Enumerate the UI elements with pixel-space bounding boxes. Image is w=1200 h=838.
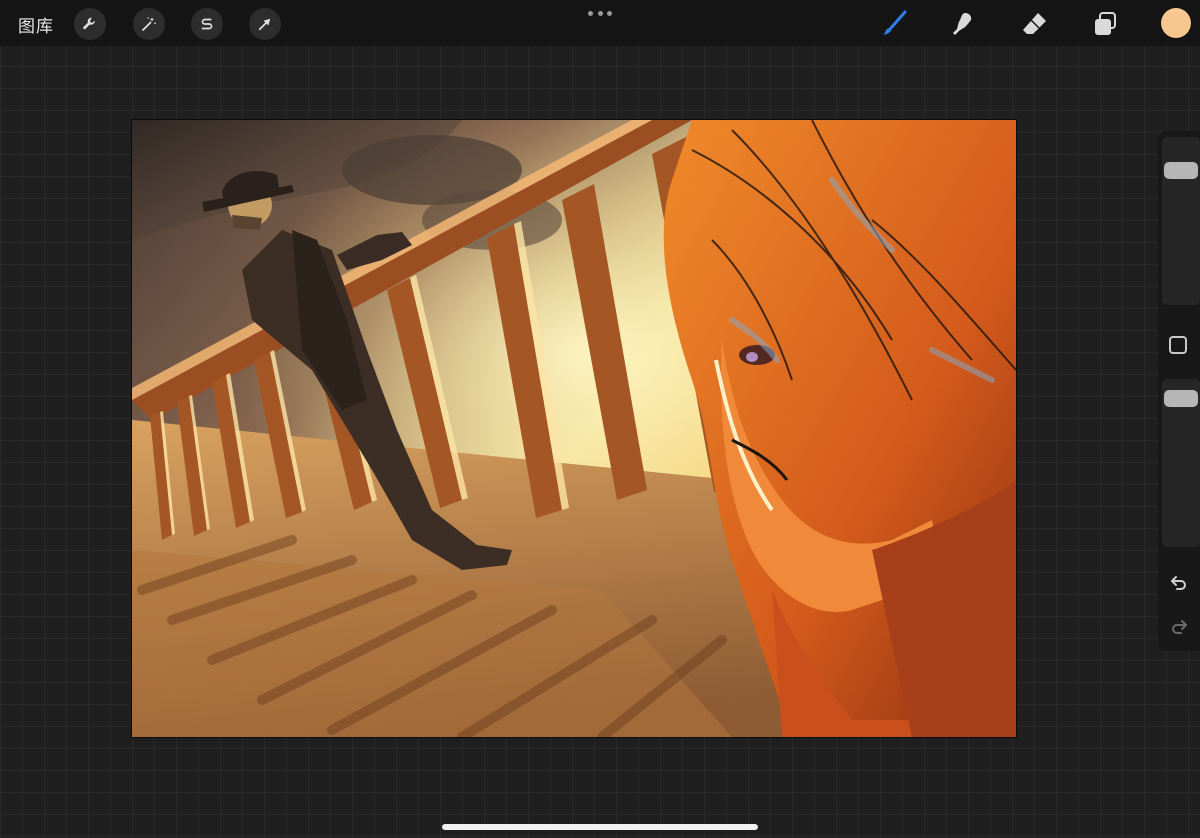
color-picker-button[interactable] bbox=[1161, 8, 1191, 38]
artwork-canvas[interactable] bbox=[132, 120, 1016, 737]
layers-button[interactable] bbox=[1088, 7, 1122, 41]
wrench-icon bbox=[83, 17, 95, 30]
artwork-illustration bbox=[132, 120, 1016, 737]
more-options-button[interactable] bbox=[588, 9, 612, 17]
undo-button[interactable] bbox=[1168, 572, 1190, 594]
actions-button[interactable] bbox=[74, 8, 106, 40]
top-toolbar: 图库 bbox=[0, 0, 1200, 46]
opacity-thumb[interactable] bbox=[1164, 390, 1198, 408]
redo-button[interactable] bbox=[1168, 616, 1190, 638]
layers-icon bbox=[1095, 12, 1116, 35]
magic-wand-icon bbox=[142, 17, 156, 31]
home-indicator[interactable] bbox=[442, 824, 758, 830]
smudge-icon bbox=[953, 13, 972, 35]
opacity-slider[interactable] bbox=[1162, 379, 1200, 547]
erase-tool-button[interactable] bbox=[1017, 7, 1051, 41]
eraser-icon bbox=[1023, 13, 1046, 34]
gallery-button[interactable]: 图库 bbox=[18, 12, 54, 37]
transform-button[interactable] bbox=[249, 8, 281, 40]
redo-icon bbox=[1172, 620, 1187, 634]
dot-icon bbox=[588, 10, 593, 16]
adjustments-button[interactable] bbox=[133, 8, 165, 40]
transform-arrow-icon bbox=[258, 18, 271, 31]
brush-size-slider[interactable] bbox=[1162, 137, 1200, 305]
brush-icon bbox=[884, 10, 907, 35]
dot-icon bbox=[607, 10, 612, 16]
brush-size-thumb[interactable] bbox=[1164, 162, 1198, 180]
selection-s-icon bbox=[201, 18, 213, 30]
modify-button[interactable] bbox=[1169, 336, 1187, 354]
sidebar bbox=[1158, 131, 1200, 651]
smudge-tool-button[interactable] bbox=[946, 7, 980, 41]
dot-icon bbox=[597, 10, 603, 16]
selection-button[interactable] bbox=[191, 8, 223, 40]
undo-icon bbox=[1171, 576, 1186, 590]
paint-tool-button[interactable] bbox=[877, 7, 911, 41]
